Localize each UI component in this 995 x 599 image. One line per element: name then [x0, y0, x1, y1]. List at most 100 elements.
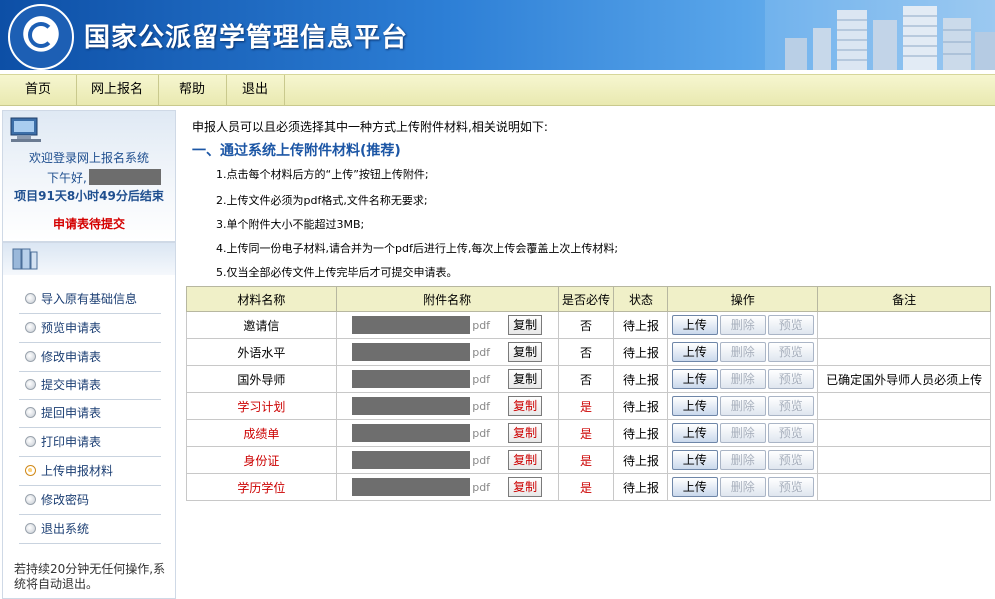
- preview-button[interactable]: 预览: [767, 396, 814, 416]
- status-text: 待上报: [613, 446, 669, 474]
- copy-button[interactable]: 复制: [508, 315, 543, 335]
- delete-button[interactable]: 删除: [719, 450, 766, 470]
- left-panel: 欢迎登录网上报名系统 下午好, 项目91天8小时49分后结束 申请表待提交 导入…: [0, 108, 177, 599]
- redacted-filename: [352, 316, 471, 334]
- upload-button[interactable]: 上传: [671, 342, 718, 362]
- sidebar-menu: 导入原有基础信息 预览申请表 修改申请表 提交申请表 提回申请表 打印申请表 上…: [2, 242, 176, 599]
- sidebar-item-print-application[interactable]: 打印申请表: [19, 428, 161, 457]
- preview-button[interactable]: 预览: [767, 477, 814, 497]
- buildings-banner-icon: [765, 0, 995, 70]
- redacted-filename: [352, 451, 471, 469]
- required-flag: 否: [557, 338, 615, 366]
- rule-1: 1.点击每个材料后方的“上传”按钮上传附件;: [216, 168, 429, 181]
- bullet-icon: [25, 351, 36, 362]
- rule-4: 4.上传同一份电子材料,请合并为一个pdf后进行上传,每次上传会覆盖上次上传材料…: [216, 242, 619, 255]
- project-countdown: 项目91天8小时49分后结束: [14, 189, 164, 203]
- remark-text: 已确定国外导师人员必须上传: [817, 365, 991, 393]
- sidebar-item-import-basic-info[interactable]: 导入原有基础信息: [19, 285, 161, 314]
- status-text: 待上报: [613, 473, 669, 501]
- welcome-greeting: 欢迎登录网上报名系统: [28, 151, 149, 165]
- document-stack-icon: [12, 248, 38, 270]
- preview-button[interactable]: 预览: [767, 342, 814, 362]
- required-flag: 是: [557, 446, 615, 474]
- sidebar-item-upload-materials[interactable]: 上传申报材料: [19, 457, 161, 486]
- materials-table: 材料名称 附件名称 是否必传 状态 操作 备注 邀请信 pdf 复制否待上报 上传 删除…: [186, 286, 991, 501]
- copy-button[interactable]: 复制: [508, 396, 543, 416]
- nav-logout[interactable]: 退出: [226, 75, 285, 105]
- pdf-suffix: pdf: [472, 318, 491, 332]
- attachment-cell: pdf 复制: [335, 419, 559, 447]
- copy-button[interactable]: 复制: [508, 423, 543, 443]
- operation-cell: 上传 删除 预览: [667, 419, 819, 447]
- preview-button[interactable]: 预览: [767, 369, 814, 389]
- copy-button[interactable]: 复制: [508, 477, 543, 497]
- status-text: 待上报: [613, 365, 669, 393]
- copy-button[interactable]: 复制: [508, 369, 543, 389]
- upload-button[interactable]: 上传: [671, 423, 718, 443]
- col-material-name: 材料名称: [186, 286, 337, 312]
- attachment-cell: pdf 复制: [335, 446, 559, 474]
- sidebar-item-submit-application[interactable]: 提交申请表: [19, 371, 161, 400]
- table-row: 邀请信 pdf 复制否待上报 上传 删除 预览: [186, 311, 991, 339]
- main-content: 申报人员可以且必须选择其中一种方式上传附件材料,相关说明如下: 一、通过系统上传…: [186, 108, 991, 597]
- copy-button[interactable]: 复制: [508, 450, 543, 470]
- rule-5: 5.仅当全部必传文件上传完毕后才可提交申请表。: [216, 266, 458, 279]
- menu-header: [3, 243, 175, 275]
- operation-cell: 上传 删除 预览: [667, 311, 819, 339]
- col-operation: 操作: [667, 286, 819, 312]
- bullet-icon: [25, 379, 36, 390]
- redacted-filename: [352, 424, 471, 442]
- required-flag: 是: [557, 473, 615, 501]
- delete-button[interactable]: 删除: [719, 342, 766, 362]
- delete-button[interactable]: 删除: [719, 477, 766, 497]
- material-name: 学历学位: [186, 473, 337, 501]
- material-name: 邀请信: [186, 311, 337, 339]
- preview-button[interactable]: 预览: [767, 450, 814, 470]
- bullet-icon: [25, 436, 36, 447]
- material-name: 学习计划: [186, 392, 337, 420]
- upload-button[interactable]: 上传: [671, 396, 718, 416]
- sidebar-item-preview-application[interactable]: 预览申请表: [19, 314, 161, 343]
- table-row: 外语水平 pdf 复制否待上报 上传 删除 预览: [186, 338, 991, 366]
- sidebar-item-edit-application[interactable]: 修改申请表: [19, 343, 161, 372]
- pdf-suffix: pdf: [472, 480, 491, 494]
- preview-button[interactable]: 预览: [767, 423, 814, 443]
- sidebar-item-change-password[interactable]: 修改密码: [19, 486, 161, 515]
- required-flag: 是: [557, 419, 615, 447]
- delete-button[interactable]: 删除: [719, 315, 766, 335]
- material-name: 国外导师: [186, 365, 337, 393]
- material-name: 外语水平: [186, 338, 337, 366]
- sidebar-item-exit-system[interactable]: 退出系统: [19, 515, 161, 544]
- delete-button[interactable]: 删除: [719, 396, 766, 416]
- site-title: 国家公派留学管理信息平台: [84, 23, 409, 53]
- upload-button[interactable]: 上传: [671, 477, 718, 497]
- bullet-icon: [25, 322, 36, 333]
- nav-online-apply[interactable]: 网上报名: [76, 75, 159, 105]
- redacted-username: [89, 169, 161, 185]
- welcome-box: 欢迎登录网上报名系统 下午好, 项目91天8小时49分后结束 申请表待提交: [2, 110, 176, 242]
- upload-button[interactable]: 上传: [671, 450, 718, 470]
- copy-button[interactable]: 复制: [508, 342, 543, 362]
- remark-text: [817, 338, 991, 366]
- nav-help[interactable]: 帮助: [158, 75, 227, 105]
- rule-2: 2.上传文件必须为pdf格式,文件名称无要求;: [216, 194, 428, 207]
- required-flag: 是: [557, 392, 615, 420]
- computer-icon: [10, 117, 41, 142]
- material-name: 身份证: [186, 446, 337, 474]
- status-text: 待上报: [613, 311, 669, 339]
- bullet-icon: [25, 407, 36, 418]
- preview-button[interactable]: 预览: [767, 315, 814, 335]
- remark-text: [817, 446, 991, 474]
- sidebar-item-withdraw-application[interactable]: 提回申请表: [19, 399, 161, 428]
- nav-home[interactable]: 首页: [0, 75, 77, 105]
- redacted-filename: [352, 343, 471, 361]
- col-required: 是否必传: [557, 286, 615, 312]
- operation-cell: 上传 删除 预览: [667, 446, 819, 474]
- upload-button[interactable]: 上传: [671, 315, 718, 335]
- delete-button[interactable]: 删除: [719, 369, 766, 389]
- attachment-cell: pdf 复制: [335, 392, 559, 420]
- upload-button[interactable]: 上传: [671, 369, 718, 389]
- delete-button[interactable]: 删除: [719, 423, 766, 443]
- remark-text: [817, 311, 991, 339]
- bullet-active-icon: [25, 465, 36, 476]
